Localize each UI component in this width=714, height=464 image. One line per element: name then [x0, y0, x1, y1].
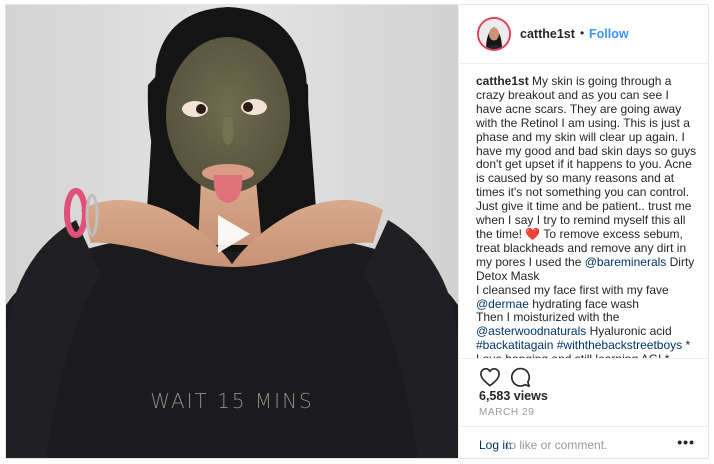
header-username-link[interactable]: catthe1st [520, 27, 575, 41]
video-overlay-text: WAIT 15 MINS [150, 389, 314, 413]
caption-text: I cleansed my face first with my fave [476, 282, 669, 297]
caption-text: My skin is going through a crazy breakou… [476, 75, 697, 241]
post-date[interactable]: MARCH 29 [479, 407, 534, 418]
follow-button[interactable]: Follow [589, 27, 629, 41]
hashtag-link[interactable]: #withthebackstreetboys [557, 338, 682, 352]
post-footer: Log in to like or comment. ••• [459, 426, 708, 458]
caption-line: @asterwoodnaturals Hyaluronic acid #back… [476, 324, 698, 359]
post-side-panel: catthe1st • Follow catthe1st My skin is … [458, 5, 708, 458]
caption-area: catthe1st My skin is going through a cra… [476, 75, 698, 359]
view-count[interactable]: 6,583 views [479, 389, 548, 403]
avatar[interactable] [477, 17, 511, 51]
mention-link[interactable]: @dermae [476, 297, 529, 311]
speech-bubble-icon[interactable] [509, 366, 531, 388]
caption-text: hydrating face wash [528, 296, 639, 311]
instagram-post: WAIT 15 MINS catthe1st • Follow catthe1s… [5, 4, 709, 459]
play-icon[interactable] [204, 207, 258, 261]
more-options-button[interactable]: ••• [677, 434, 695, 450]
action-bar [459, 358, 708, 390]
heart-outline-icon[interactable] [479, 367, 501, 387]
caption-text: Hyaluronic acid [586, 324, 672, 339]
mention-link[interactable]: @bareminerals [585, 255, 667, 269]
hashtag-link[interactable]: #backatitagain [476, 338, 553, 352]
red-heart-emoji: ❤️ [525, 226, 541, 241]
caption-line: Then I moisturized with the [476, 310, 698, 325]
post-video[interactable]: WAIT 15 MINS [6, 5, 458, 458]
header-separator: • [580, 26, 585, 40]
mention-link[interactable]: @asterwoodnaturals [476, 324, 586, 338]
post-header: catthe1st • Follow [459, 5, 708, 64]
caption-line: I cleansed my face first with my fave @d… [476, 282, 698, 312]
login-prompt-text: to like or comment. [506, 438, 608, 452]
caption-text: Then I moisturized with the [476, 310, 620, 325]
caption-paragraph: catthe1st My skin is going through a cra… [476, 75, 698, 284]
caption-username-link[interactable]: catthe1st [476, 75, 529, 88]
